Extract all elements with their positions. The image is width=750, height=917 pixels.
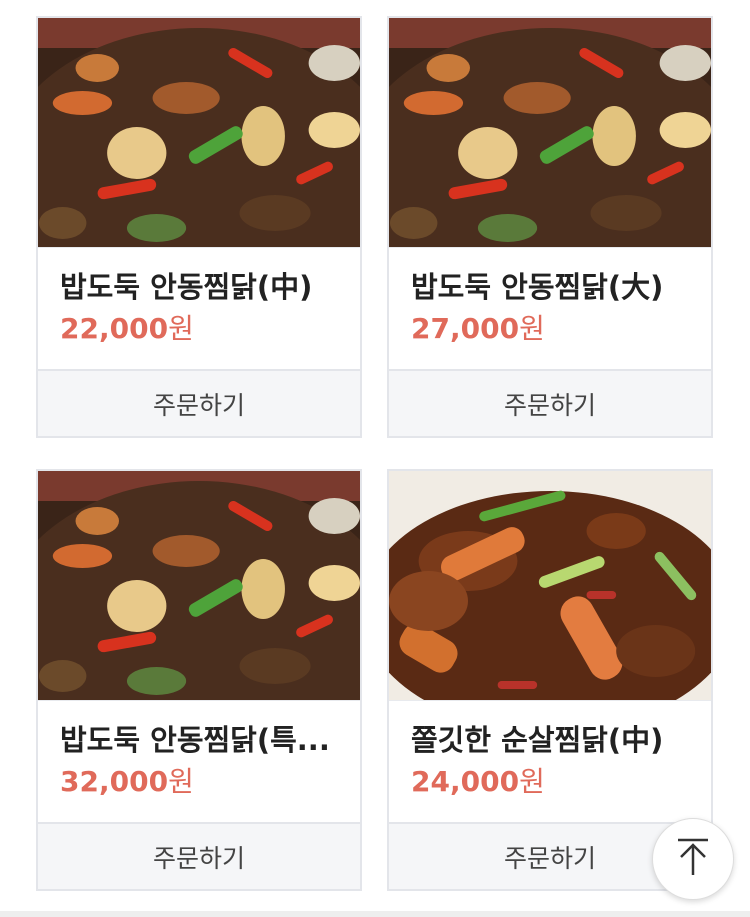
product-price: 24,000원: [411, 765, 689, 799]
price-number: 24,000: [411, 765, 520, 798]
product-name: 밥도둑 안동찜닭(大): [411, 270, 664, 304]
product-image[interactable]: [38, 471, 360, 700]
bottom-divider: [0, 911, 750, 917]
product-card[interactable]: 쫄깃한 순살찜닭(中) 24,000원 주문하기: [387, 469, 713, 891]
order-button[interactable]: 주문하기: [389, 369, 711, 436]
product-info: 밥도둑 안동찜닭(中) 22,000원: [38, 247, 360, 369]
product-price: 27,000원: [411, 312, 689, 346]
price-number: 27,000: [411, 312, 520, 345]
price-unit: 원: [519, 765, 545, 798]
product-grid: 밥도둑 안동찜닭(中) 22,000원 주문하기 밥도둑 안동찜닭(大) 27,…: [0, 0, 750, 917]
price-unit: 원: [168, 765, 194, 798]
order-button[interactable]: 주문하기: [38, 369, 360, 436]
product-name: 밥도둑 안동찜닭(특...: [60, 723, 330, 757]
product-info: 밥도둑 안동찜닭(특... 32,000원: [38, 700, 360, 822]
product-image[interactable]: [389, 18, 711, 247]
price-number: 22,000: [60, 312, 169, 345]
product-card[interactable]: 밥도둑 안동찜닭(中) 22,000원 주문하기: [36, 16, 362, 438]
product-image[interactable]: [38, 18, 360, 247]
product-name: 쫄깃한 순살찜닭(中): [411, 723, 664, 757]
product-info: 쫄깃한 순살찜닭(中) 24,000원: [389, 700, 711, 822]
product-card[interactable]: 밥도둑 안동찜닭(大) 27,000원 주문하기: [387, 16, 713, 438]
price-unit: 원: [519, 312, 545, 345]
product-image[interactable]: [389, 471, 711, 700]
product-price: 22,000원: [60, 312, 338, 346]
product-name: 밥도둑 안동찜닭(中): [60, 270, 313, 304]
arrow-up-to-top-icon: [675, 837, 711, 881]
price-unit: 원: [168, 312, 194, 345]
product-price: 32,000원: [60, 765, 338, 799]
product-info: 밥도둑 안동찜닭(大) 27,000원: [389, 247, 711, 369]
price-number: 32,000: [60, 765, 169, 798]
product-card[interactable]: 밥도둑 안동찜닭(특... 32,000원 주문하기: [36, 469, 362, 891]
scroll-to-top-button[interactable]: [652, 818, 734, 900]
order-button[interactable]: 주문하기: [38, 822, 360, 889]
